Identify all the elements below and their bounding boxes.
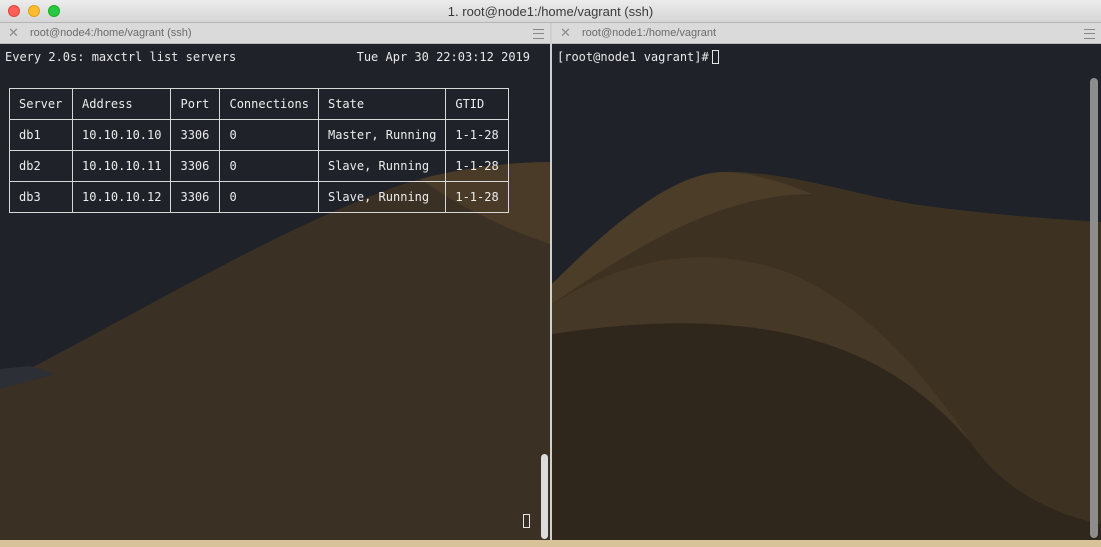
terminal-window: 1. root@node1:/home/vagrant (ssh) ✕ root… — [0, 0, 1101, 540]
close-icon[interactable]: ✕ — [8, 26, 19, 40]
right-scrollbar[interactable] — [1090, 78, 1098, 538]
table-cell: Slave, Running — [317, 150, 447, 182]
table-cell: 3306 — [170, 150, 221, 182]
table-cell: 0 — [219, 150, 319, 182]
column-header: Address — [71, 88, 172, 120]
table-cell: 1-1-28 — [445, 150, 510, 182]
left-pane-tab[interactable]: ✕ root@node4:/home/vagrant (ssh) — [0, 23, 550, 44]
table-cell: db2 — [9, 150, 73, 182]
window-title: 1. root@node1:/home/vagrant (ssh) — [447, 4, 654, 19]
close-icon[interactable]: ✕ — [560, 26, 571, 40]
table-cell: db3 — [9, 181, 73, 213]
left-pane-tab-title: root@node4:/home/vagrant (ssh) — [30, 27, 192, 39]
table-row: db1 10.10.10.10 3306 0 Master, Running 1… — [9, 119, 510, 151]
table-cell: 10.10.10.12 — [71, 181, 172, 213]
table-cell: 10.10.10.10 — [71, 119, 172, 151]
left-pane[interactable]: ✕ root@node4:/home/vagrant (ssh) Every 2… — [0, 23, 550, 540]
column-header: Port — [170, 88, 221, 120]
table-cell: 10.10.10.11 — [71, 150, 172, 182]
table-cell: 3306 — [170, 181, 221, 213]
watch-command: Every 2.0s: maxctrl list servers — [5, 50, 237, 64]
right-pane-tab[interactable]: ✕ root@node1:/home/vagrant — [552, 23, 1101, 44]
column-header: State — [317, 88, 447, 120]
right-pane[interactable]: ✕ root@node1:/home/vagrant [root@node1 v… — [552, 23, 1101, 540]
table-row: db2 10.10.10.11 3306 0 Slave, Running 1-… — [9, 150, 510, 182]
column-header: GTID — [445, 88, 510, 120]
table-cell: Slave, Running — [317, 181, 447, 213]
column-header: Connections — [219, 88, 319, 120]
left-scrollbar[interactable] — [541, 454, 548, 539]
table-cell: 1-1-28 — [445, 119, 510, 151]
shell-prompt: [root@node1 vagrant]# — [557, 50, 716, 64]
table-cell: 1-1-28 — [445, 181, 510, 213]
title-bar: 1. root@node1:/home/vagrant (ssh) — [0, 0, 1101, 23]
right-pane-tab-title: root@node1:/home/vagrant — [582, 27, 717, 39]
table-cell: 0 — [219, 119, 319, 151]
table-header-row: Server Address Port Connections State GT… — [9, 88, 510, 120]
hamburger-icon[interactable] — [1084, 29, 1095, 39]
table-cell: db1 — [9, 119, 73, 151]
hamburger-icon[interactable] — [533, 29, 544, 39]
column-header: Server — [9, 88, 73, 120]
table-cell: 3306 — [170, 119, 221, 151]
servers-table: Server Address Port Connections State GT… — [9, 88, 510, 213]
left-terminal[interactable]: Every 2.0s: maxctrl list servers Tue Apr… — [0, 44, 550, 540]
right-terminal[interactable]: [root@node1 vagrant]# — [552, 44, 1101, 540]
table-cell: 0 — [219, 181, 319, 213]
terminal-cursor — [712, 50, 719, 64]
table-row: db3 10.10.10.12 3306 0 Slave, Running 1-… — [9, 181, 510, 213]
watch-timestamp: Tue Apr 30 22:03:12 2019 — [356, 50, 530, 64]
table-cell: Master, Running — [317, 119, 447, 151]
terminal-cursor — [523, 514, 530, 528]
